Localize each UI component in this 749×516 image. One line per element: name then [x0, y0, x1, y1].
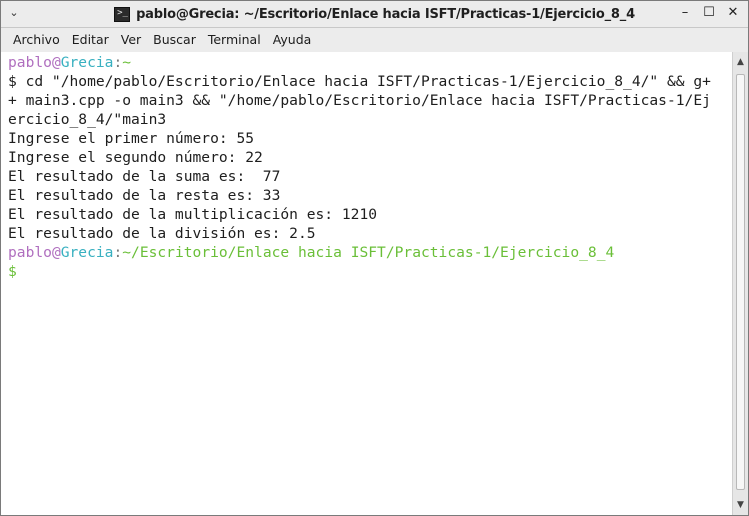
terminal-app-icon-glyph: >_ [117, 7, 128, 18]
output-line: El resultado de la multiplicación es: 12… [8, 206, 378, 223]
scroll-down-icon[interactable]: ▼ [733, 497, 748, 513]
prompt-line: pablo@Grecia:~/Escritorio/Enlace hacia I… [8, 243, 732, 262]
window-title: pablo@Grecia: ~/Escritorio/Enlace hacia … [136, 6, 635, 22]
vertical-scrollbar[interactable]: ▲ ▼ [732, 52, 748, 515]
prompt-user: pablo [8, 244, 52, 261]
title-group: >_ pablo@Grecia: ~/Escritorio/Enlace hac… [1, 1, 748, 27]
prompt-at: @ [51, 54, 61, 71]
menu-ayuda[interactable]: Ayuda [267, 29, 318, 51]
menu-ver[interactable]: Ver [115, 29, 147, 51]
output-line: El resultado de la resta es: 33 [8, 187, 281, 204]
maximize-icon[interactable]: ☐ [700, 4, 718, 22]
terminal-output[interactable]: pablo@Grecia:~ $ cd "/home/pablo/Escrito… [1, 52, 732, 515]
menu-terminal[interactable]: Terminal [202, 29, 267, 51]
prompt-path: ~ [122, 54, 132, 71]
title-bar[interactable]: ⌄ >_ pablo@Grecia: ~/Escritorio/Enlace h… [1, 1, 748, 28]
output-line: Ingrese el segundo número: 22 [8, 149, 263, 166]
prompt-user: pablo [8, 54, 52, 71]
terminal-app-icon: >_ [114, 6, 131, 22]
terminal-window: ⌄ >_ pablo@Grecia: ~/Escritorio/Enlace h… [0, 0, 749, 516]
command-line: $ cd "/home/pablo/Escritorio/Enlace haci… [8, 73, 711, 90]
command-line: ercicio_8_4/"main3 [8, 111, 167, 128]
scroll-thumb[interactable] [736, 74, 745, 490]
output-line: El resultado de la suma es: 77 [8, 168, 281, 185]
prompt-host: Grecia [60, 244, 114, 261]
menu-editar[interactable]: Editar [66, 29, 115, 51]
prompt-colon: : [113, 54, 123, 71]
menu-buscar[interactable]: Buscar [147, 29, 202, 51]
window-controls: – ☐ ✕ [676, 4, 742, 22]
scroll-up-icon[interactable]: ▲ [733, 54, 748, 70]
prompt-at: @ [51, 244, 61, 261]
menu-archivo[interactable]: Archivo [7, 29, 66, 51]
menu-bar: Archivo Editar Ver Buscar Terminal Ayuda [1, 28, 748, 52]
output-line: Ingrese el primer número: 55 [8, 130, 255, 147]
prompt-path: ~/Escritorio/Enlace hacia ISFT/Practicas… [122, 244, 615, 261]
close-icon[interactable]: ✕ [724, 4, 742, 22]
command-line: + main3.cpp -o main3 && "/home/pablo/Esc… [8, 92, 711, 109]
prompt-line: pablo@Grecia:~ [8, 53, 732, 72]
prompt-colon: : [113, 244, 123, 261]
input-prompt[interactable]: $ [8, 262, 732, 281]
output-line: El resultado de la división es: 2.5 [8, 225, 316, 242]
prompt-host: Grecia [60, 54, 114, 71]
minimize-icon[interactable]: – [676, 4, 694, 22]
